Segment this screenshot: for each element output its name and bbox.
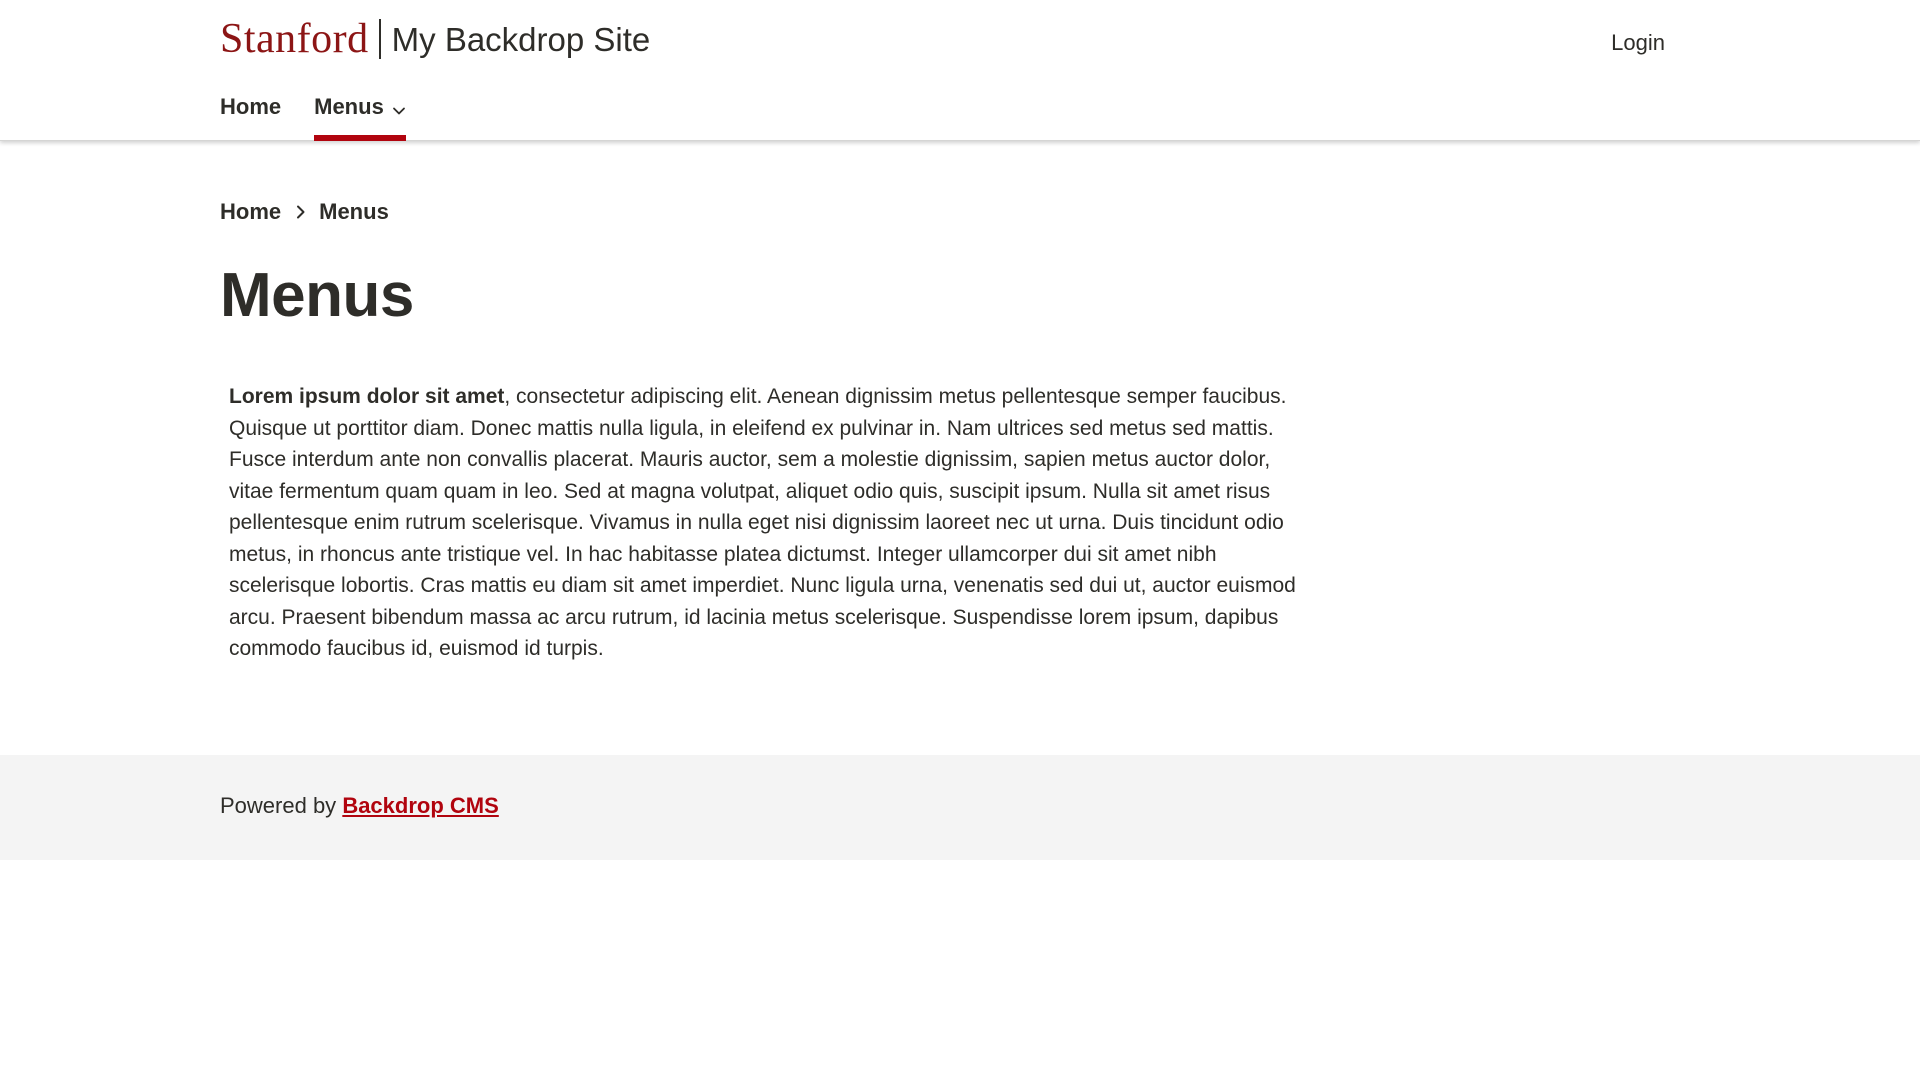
nav-item-label: Home xyxy=(220,94,282,119)
chevron-down-icon xyxy=(392,98,406,124)
nav-item-home[interactable]: Home xyxy=(220,94,281,141)
breadcrumb-home-link[interactable]: Home xyxy=(220,199,281,225)
footer-credit: Powered by Backdrop CMS xyxy=(220,793,499,819)
site-footer: Powered by Backdrop CMS xyxy=(0,755,1920,860)
powered-by-label: Powered by xyxy=(220,793,337,818)
login-link[interactable]: Login xyxy=(1611,30,1665,56)
page-body-text: Lorem ipsum dolor sit amet, consectetur … xyxy=(229,381,1319,665)
nav-item-label: Menus xyxy=(314,94,384,119)
nav-item-menus[interactable]: Menus xyxy=(314,94,406,141)
breadcrumb-current: Menus xyxy=(319,199,389,224)
site-name-link[interactable]: My Backdrop Site xyxy=(392,23,651,56)
page-title: Menus xyxy=(220,261,414,330)
stanford-logo[interactable]: Stanford xyxy=(220,18,369,60)
site-header: Stanford My Backdrop Site Login Home Men… xyxy=(0,0,1920,141)
chevron-right-icon xyxy=(295,204,307,220)
site-branding: Stanford My Backdrop Site xyxy=(220,18,650,60)
breadcrumb: Home Menus xyxy=(220,199,389,225)
body-text-rest: , consectetur adipiscing elit. Aenean di… xyxy=(229,385,1296,660)
body-bold-text: Lorem ipsum dolor sit amet xyxy=(229,385,505,408)
brand-divider xyxy=(378,19,381,59)
main-navigation: Home Menus xyxy=(220,94,439,141)
backdrop-cms-link[interactable]: Backdrop CMS xyxy=(342,793,498,818)
